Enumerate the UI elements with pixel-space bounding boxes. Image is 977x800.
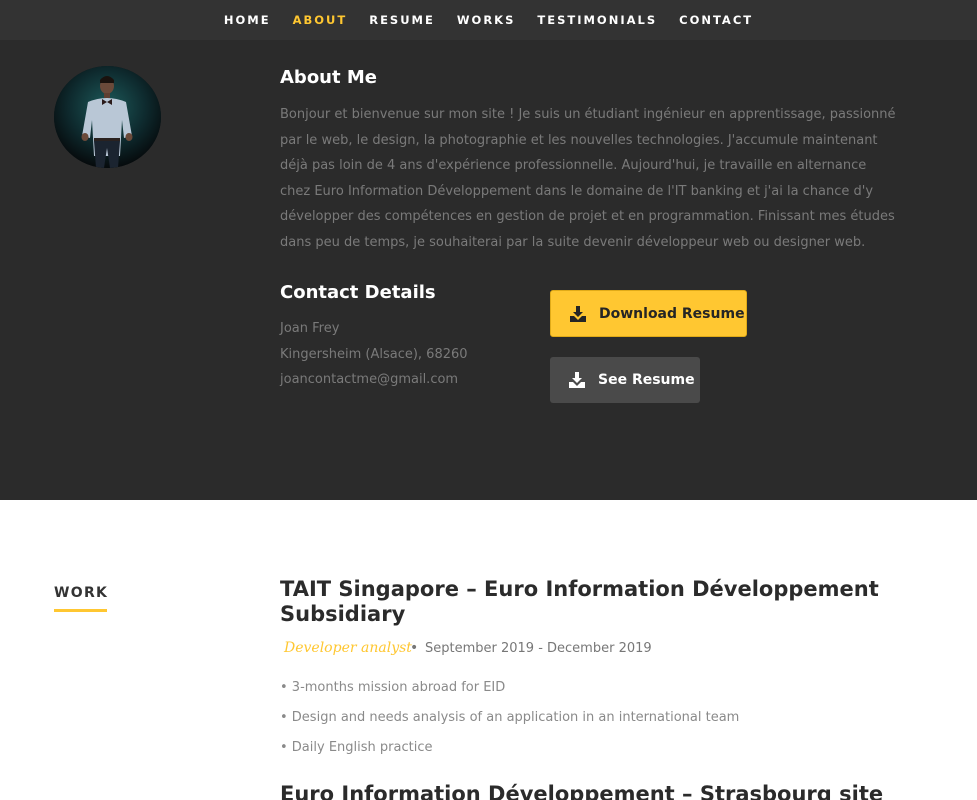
about-section: About Me Bonjour et bienvenue sur mon si… [0,40,977,500]
job-bullet: • 3-months mission abroad for EID [280,680,506,695]
download-resume-label: Download Resume [599,305,745,322]
download-resume-button[interactable]: Download Resume [550,290,747,337]
contact-email[interactable]: joancontactme@gmail.com [280,372,458,387]
profile-photo-icon [54,66,161,168]
work-underline [54,609,107,612]
contact-name: Joan Frey [280,321,340,336]
download-icon [568,372,586,388]
about-text: Bonjour et bienvenue sur mon site ! Je s… [280,107,896,250]
nav-item-works[interactable]: WORKS [446,0,527,40]
job-separator: • [410,640,419,656]
nav-list: HOME ABOUT RESUME WORKS TESTIMONIALS CON… [0,0,977,40]
avatar [54,66,161,168]
nav-item-home[interactable]: HOME [213,0,282,40]
nav-item-about[interactable]: ABOUT [282,0,359,40]
download-icon [569,305,587,322]
contact-title: Contact Details [280,282,436,303]
work-section-label: WORK [54,585,109,601]
job-dates: September 2019 - December 2019 [425,641,652,656]
job-title: Euro Information Développement – Strasbo… [280,782,884,800]
top-nav: HOME ABOUT RESUME WORKS TESTIMONIALS CON… [0,0,977,40]
see-resume-label: See Resume [598,372,695,388]
job-title: TAIT Singapore – Euro Information Dévelo… [280,577,879,626]
about-title: About Me [280,67,377,88]
nav-item-resume[interactable]: RESUME [358,0,446,40]
job-bullet: • Daily English practice [280,740,433,755]
job-bullet: • Design and needs analysis of an applic… [280,710,740,725]
see-resume-button[interactable]: See Resume [550,357,700,403]
job-role: Developer analyst [284,640,412,656]
nav-item-contact[interactable]: CONTACT [668,0,764,40]
contact-location: Kingersheim (Alsace), 68260 [280,347,468,362]
nav-item-testimonials[interactable]: TESTIMONIALS [526,0,668,40]
